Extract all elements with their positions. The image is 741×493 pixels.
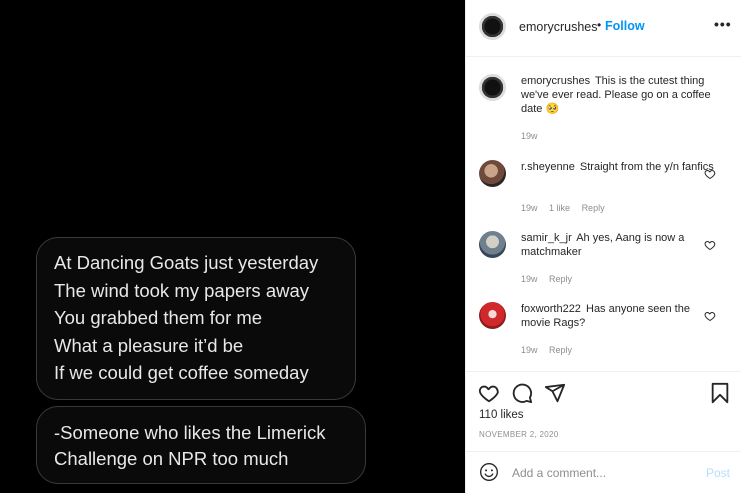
comment-meta: 19w 1 like Reply: [521, 203, 614, 213]
poem-line: At Dancing Goats just yesterday: [54, 252, 319, 273]
bookmark-icon[interactable]: [709, 382, 731, 404]
reply-button[interactable]: Reply: [549, 345, 572, 355]
header-username[interactable]: emorycrushes: [519, 20, 598, 34]
signature-line: Challenge on NPR too much: [54, 448, 289, 469]
comment-time[interactable]: 19w: [521, 131, 538, 141]
poem-line: If we could get coffee someday: [54, 362, 309, 383]
add-comment-bar: Post: [466, 451, 741, 493]
post-image[interactable]: At Dancing Goats just yesterday The wind…: [0, 0, 465, 493]
reply-button[interactable]: Reply: [549, 274, 572, 284]
share-icon[interactable]: [544, 382, 566, 404]
comment-time[interactable]: 19w: [521, 203, 538, 213]
comment-username[interactable]: samir_k_jr: [521, 232, 572, 244]
reply-button[interactable]: Reply: [582, 203, 605, 213]
avatar[interactable]: [479, 302, 506, 329]
comment-meta: 19w: [521, 131, 547, 141]
comments-list[interactable]: emorycrushes This is the cutest thing we…: [466, 58, 741, 371]
separator-dot: •: [597, 18, 602, 32]
message-bubble-poem: At Dancing Goats just yesterday The wind…: [36, 237, 356, 400]
post-header: emorycrushes • Follow •••: [466, 0, 741, 57]
post-button[interactable]: Post: [706, 466, 730, 480]
heart-icon[interactable]: [478, 382, 500, 404]
heart-icon[interactable]: [704, 239, 716, 251]
comment-username[interactable]: foxworth222: [521, 303, 581, 315]
post-date[interactable]: NOVEMBER 2, 2020: [479, 430, 559, 439]
avatar[interactable]: [479, 13, 506, 40]
post-details-panel: emorycrushes • Follow ••• emorycrushes T…: [465, 0, 741, 493]
heart-icon[interactable]: [704, 168, 716, 180]
avatar[interactable]: [479, 160, 506, 187]
more-icon[interactable]: •••: [714, 16, 732, 32]
avatar[interactable]: [479, 74, 506, 101]
likes-count[interactable]: 110 likes: [479, 409, 524, 421]
comment-meta: 19w Reply: [521, 274, 581, 284]
comment-username[interactable]: emorycrushes: [521, 75, 590, 87]
comment-username[interactable]: r.sheyenne: [521, 161, 575, 173]
follow-button[interactable]: Follow: [605, 19, 645, 33]
caption-text: emorycrushes This is the cutest thing we…: [521, 74, 716, 116]
comment-body: Straight from the y/n fanfics: [579, 161, 714, 173]
emoji-icon[interactable]: [479, 462, 499, 482]
poem-line: The wind took my papers away: [54, 279, 310, 301]
action-bar: 110 likes NOVEMBER 2, 2020: [466, 371, 741, 451]
comment-text: foxworth222 Has anyone seen the movie Ra…: [521, 302, 716, 330]
message-bubble-signature: -Someone who likes the Limerick Challeng…: [36, 406, 366, 484]
comment-likes[interactable]: 1 like: [549, 203, 570, 213]
comment-icon[interactable]: [511, 382, 533, 404]
avatar[interactable]: [479, 231, 506, 258]
signature-line: -Someone who likes the Limerick: [54, 422, 326, 443]
comment-meta: 19w Reply: [521, 345, 581, 355]
comment-text: r.sheyenne Straight from the y/n fanfics: [521, 160, 716, 174]
poem-line: What a pleasure it’d be: [54, 334, 244, 356]
comment-time[interactable]: 19w: [521, 274, 538, 284]
heart-icon[interactable]: [704, 310, 716, 322]
poem-line: You grabbed them for me: [54, 307, 263, 328]
comment-time[interactable]: 19w: [521, 345, 538, 355]
comment-input[interactable]: [512, 465, 692, 481]
comment-text: samir_k_jr Ah yes, Aang is now a matchma…: [521, 231, 716, 259]
